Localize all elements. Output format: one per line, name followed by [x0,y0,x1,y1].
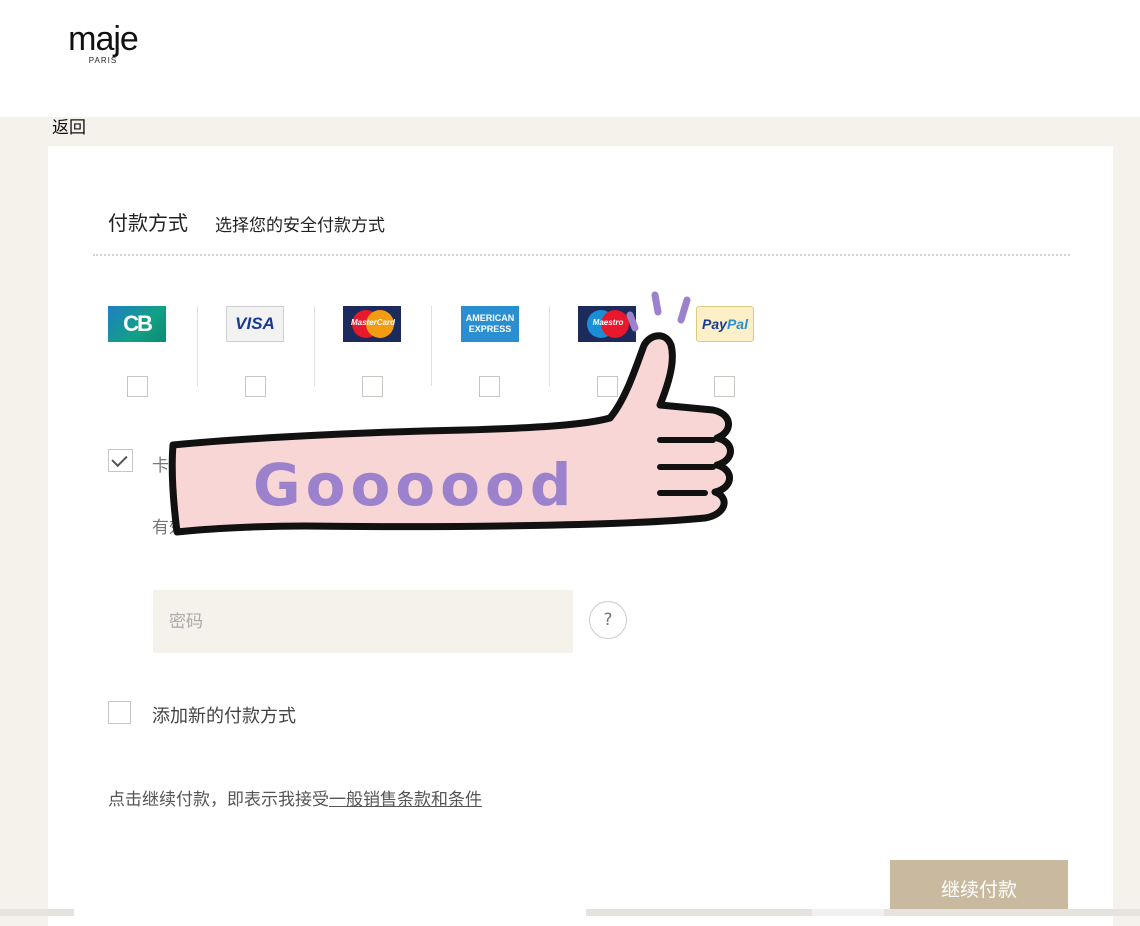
help-button[interactable]: ? [589,601,627,639]
scroll-segment [812,909,884,916]
saved-card-checkbox[interactable] [108,449,133,472]
payment-title: 付款方式 [108,211,188,235]
thumbs-up-sticker-icon: Goooood [168,291,734,536]
logo-wordmark: maje [68,20,139,58]
brand-logo[interactable]: maje PARIS [58,20,148,65]
add-payment-label: 添加新的付款方式 [152,706,296,727]
sticker-text: Goooood [253,451,576,519]
payment-subtitle: 选择您的安全付款方式 [215,216,385,236]
dotted-divider [93,254,1070,256]
terms-prefix: 点击继续付款，即表示我接受 [108,790,329,810]
cb-card-label: CB [123,311,153,336]
top-bar: maje PARIS [0,0,1140,117]
bottom-scroll-strip [0,909,1140,916]
back-link[interactable]: 返回 [52,113,86,138]
terms-text: 点击继续付款，即表示我接受一般销售条款和条件 [108,785,482,810]
cb-card-icon: CB [108,306,166,342]
scroll-segment [74,909,586,916]
add-payment-checkbox[interactable] [108,701,131,724]
cb-checkbox[interactable] [127,376,148,397]
password-input[interactable] [153,590,573,653]
checkmark-icon [111,450,128,468]
continue-payment-button[interactable]: 继续付款 [890,860,1068,916]
terms-link[interactable]: 一般销售条款和条件 [329,790,482,810]
